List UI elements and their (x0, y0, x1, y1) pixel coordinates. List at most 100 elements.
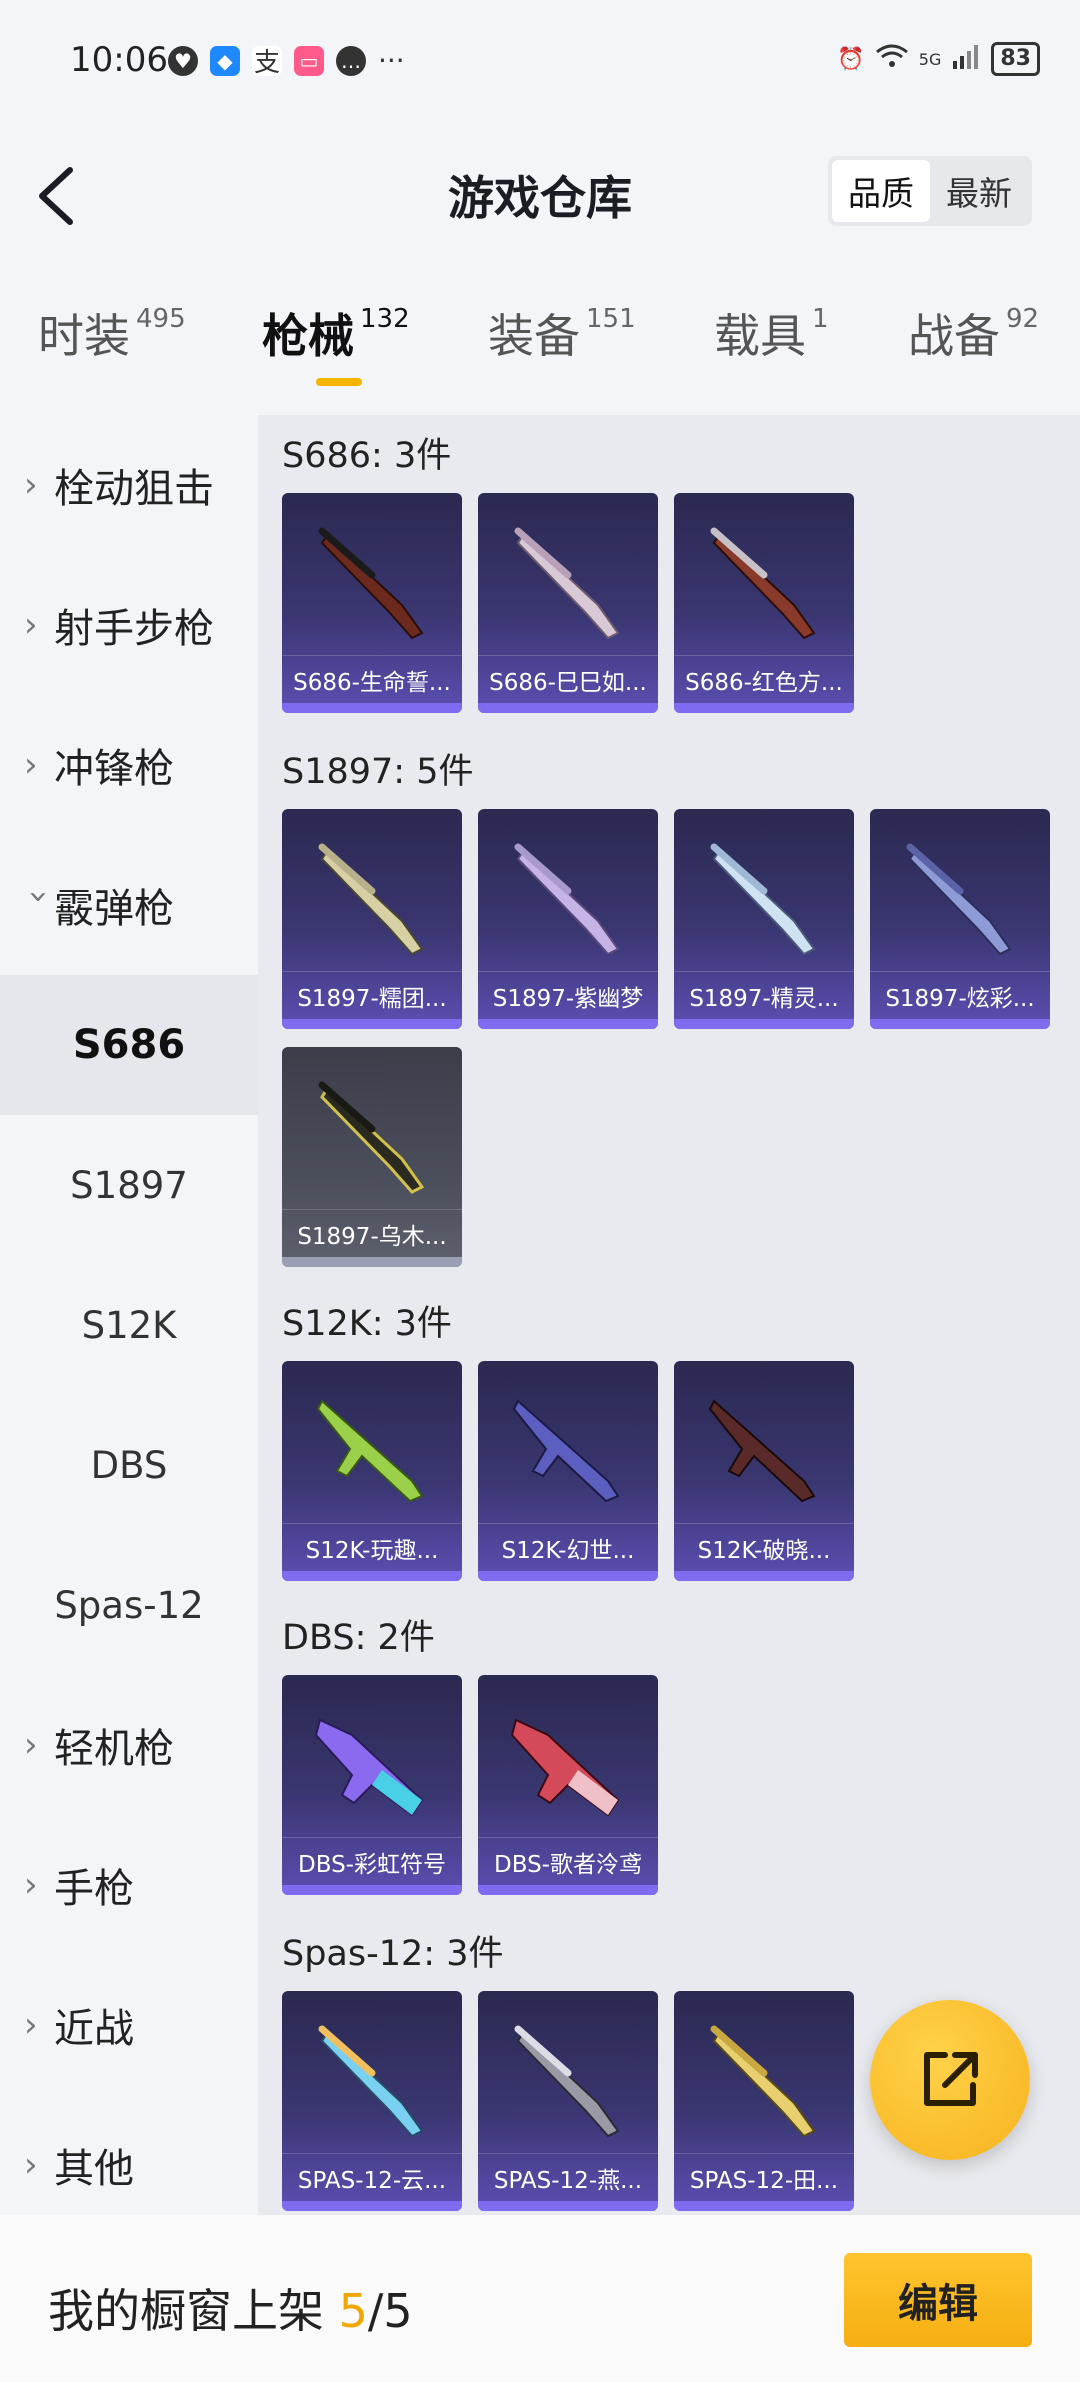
rarity-bar (674, 1019, 854, 1029)
item-card[interactable]: SPAS-12-田... (674, 1991, 854, 2211)
item-name: SPAS-12-云... (282, 2153, 462, 2201)
chevron-right-icon: › (24, 605, 38, 645)
tab-equipment[interactable]: 装备 151 (488, 300, 636, 366)
group-title-s686: S686: 3件 (282, 436, 452, 476)
sidebar-item-label: 近战 (54, 2006, 134, 2052)
item-name: S1897-糯团... (282, 971, 462, 1019)
item-card[interactable]: SPAS-12-燕... (478, 1991, 658, 2211)
shotgun-icon (906, 843, 1012, 956)
category-tabs: 时装 495 枪械 132 装备 151 载具 1 战备 92 (0, 290, 1080, 410)
item-grid-panel[interactable]: S686: 3件 S686-生命誓... S686-巳巳如... S686-红色… (258, 415, 1080, 2215)
item-card[interactable]: S12K-破晓... (674, 1361, 854, 1581)
alarm-icon: ⏰ (837, 46, 865, 72)
item-card[interactable]: S1897-紫幽梦 (478, 809, 658, 1029)
share-external-icon (924, 2052, 978, 2106)
tab-label: 时装 (38, 309, 130, 363)
tab-combat-gear[interactable]: 战备 92 (908, 300, 1039, 366)
shotgun-icon (512, 1399, 620, 1503)
app-header: 游戏仓库 品质 最新 (0, 110, 1080, 275)
sidebar-item-melee[interactable]: › 近战 (0, 1955, 258, 2095)
sidebar-item-dmr[interactable]: › 射手步枪 (0, 555, 258, 695)
sidebar-sub-s1897[interactable]: S1897 (0, 1115, 258, 1255)
sidebar-item-label: 其他 (54, 2146, 134, 2192)
group-title-spas12: Spas-12: 3件 (282, 1934, 504, 1974)
edit-button[interactable]: 编辑 (844, 2253, 1032, 2347)
sidebar-item-smg[interactable]: › 冲锋枪 (0, 695, 258, 835)
item-card[interactable]: DBS-彩虹符号 (282, 1675, 462, 1895)
shotgun-icon (514, 2025, 620, 2138)
rarity-bar (478, 2201, 658, 2211)
item-card[interactable]: S12K-玩趣... (282, 1361, 462, 1581)
sidebar-sub-dbs[interactable]: DBS (0, 1395, 258, 1535)
tab-vehicles[interactable]: 载具 1 (714, 300, 829, 366)
tab-count: 495 (136, 304, 186, 334)
item-name: S686-生命誓... (282, 655, 462, 703)
rarity-bar (282, 703, 462, 713)
item-card[interactable]: S1897-糯团... (282, 809, 462, 1029)
item-name: SPAS-12-田... (674, 2153, 854, 2201)
item-name: DBS-歌者泠鸢 (478, 1837, 658, 1885)
rarity-bar (478, 703, 658, 713)
item-name: S686-巳巳如... (478, 655, 658, 703)
sort-newest-button[interactable]: 最新 (930, 160, 1028, 222)
rarity-bar (478, 1019, 658, 1029)
chevron-right-icon: › (24, 465, 38, 505)
status-bar: 10:06 ♥ ◆ 支 ▭ … ··· ⏰ 5G 83 (0, 0, 1080, 110)
share-button[interactable] (870, 2000, 1030, 2160)
rarity-bar (674, 1571, 854, 1581)
wifi-icon (875, 42, 909, 76)
chevron-right-icon: › (24, 745, 38, 785)
shotgun-icon (318, 1081, 425, 1194)
showcase-status: 我的橱窗上架 5/5 (48, 2275, 413, 2341)
rarity-bar (674, 2201, 854, 2211)
item-name: S1897-紫幽梦 (478, 971, 658, 1019)
item-card[interactable]: S1897-乌木... (282, 1047, 462, 1267)
item-card[interactable]: S1897-精灵... (674, 809, 854, 1029)
sidebar-item-lmg[interactable]: › 轻机枪 (0, 1675, 258, 1815)
battery-indicator: 83 (991, 42, 1040, 76)
heart-icon: ♥ (168, 45, 198, 76)
sidebar-sub-s686[interactable]: S686 (0, 975, 258, 1115)
category-sidebar: › 栓动狙击 › 射手步枪 › 冲锋枪 › 霰弹枪 S686 S1897 S12… (0, 415, 258, 2215)
tab-count: 151 (586, 304, 636, 334)
rarity-bar (282, 1019, 462, 1029)
showcase-current: 5 (338, 2284, 368, 2338)
shotgun-icon (318, 527, 424, 640)
sidebar-item-shotgun[interactable]: › 霰弹枪 (0, 835, 258, 975)
rarity-bar (478, 1885, 658, 1895)
item-card[interactable]: S686-巳巳如... (478, 493, 658, 713)
shotgun-icon (314, 1718, 424, 1817)
item-name: S12K-玩趣... (282, 1523, 462, 1571)
sidebar-item-label: 冲锋枪 (54, 746, 174, 792)
sidebar-item-label: 轻机枪 (54, 1726, 174, 1772)
sidebar-item-other[interactable]: › 其他 (0, 2095, 258, 2235)
chevron-down-icon: › (19, 890, 59, 904)
item-card[interactable]: DBS-歌者泠鸢 (478, 1675, 658, 1895)
sidebar-item-pistol[interactable]: › 手枪 (0, 1815, 258, 1955)
item-card[interactable]: S12K-幻世... (478, 1361, 658, 1581)
tab-count: 132 (360, 304, 410, 334)
chevron-right-icon: › (24, 2145, 38, 2185)
item-card[interactable]: S1897-炫彩... (870, 809, 1050, 1029)
item-name: S1897-精灵... (674, 971, 854, 1019)
shotgun-icon (708, 1399, 816, 1503)
item-name: S12K-破晓... (674, 1523, 854, 1571)
more-icon: ··· (378, 44, 405, 77)
sidebar-item-bolt-sniper[interactable]: › 栓动狙击 (0, 415, 258, 555)
tab-firearms[interactable]: 枪械 132 (262, 300, 410, 366)
network-label: 5G (918, 49, 942, 69)
item-card[interactable]: SPAS-12-云... (282, 1991, 462, 2211)
item-card[interactable]: S686-生命誓... (282, 493, 462, 713)
item-name: S1897-乌木... (282, 1209, 462, 1257)
tab-label: 装备 (488, 309, 580, 363)
item-name: DBS-彩虹符号 (282, 1837, 462, 1885)
sidebar-sub-spas12[interactable]: Spas-12 (0, 1535, 258, 1675)
chevron-right-icon: › (24, 1725, 38, 1765)
sidebar-sub-s12k[interactable]: S12K (0, 1255, 258, 1395)
app-notification-icon: ◆ (210, 45, 240, 76)
sort-quality-button[interactable]: 品质 (832, 160, 930, 222)
item-name: S12K-幻世... (478, 1523, 658, 1571)
shotgun-icon (318, 843, 424, 956)
tab-outfits[interactable]: 时装 495 (38, 300, 186, 366)
item-card[interactable]: S686-红色方... (674, 493, 854, 713)
